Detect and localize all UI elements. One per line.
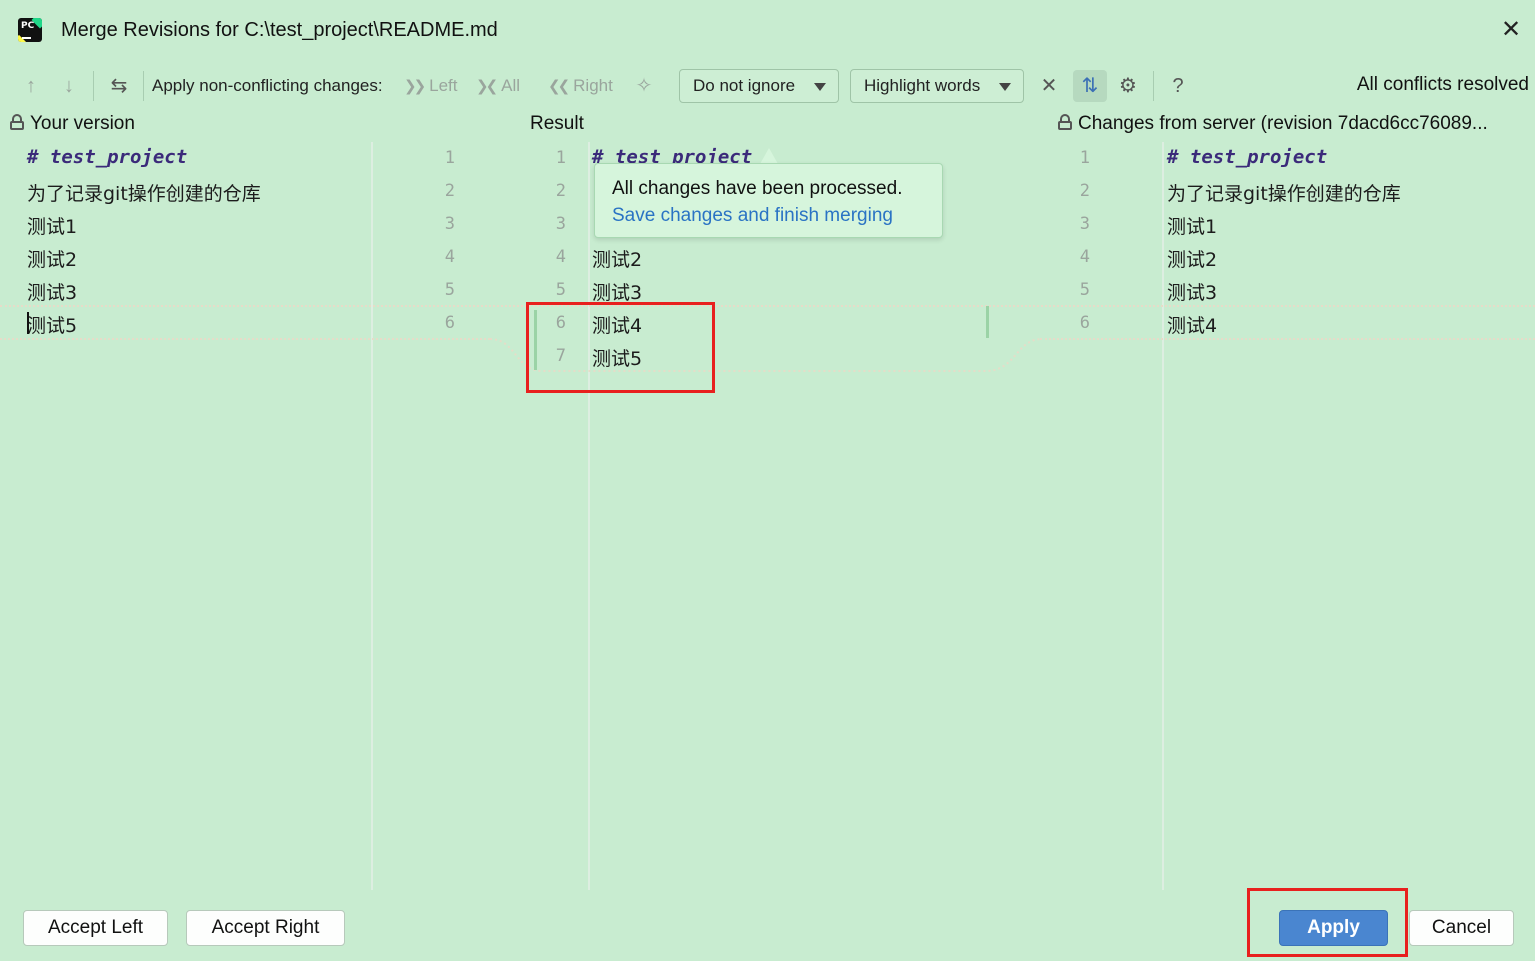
lock-icon xyxy=(10,114,24,130)
right-line-number: 4 xyxy=(1079,247,1090,267)
next-change-arrow-down-icon[interactable]: ↓ xyxy=(58,74,80,98)
left-line-3[interactable]: 测试1 xyxy=(27,212,77,239)
result-pane-gutter-divider xyxy=(588,142,590,890)
dropdown-arrow-icon xyxy=(814,83,826,91)
pycharm-icon: PC xyxy=(18,18,42,42)
result-pane-title: Result xyxy=(530,113,584,134)
dropdown-arrow-icon xyxy=(999,83,1011,91)
result-line-4[interactable]: 测试2 xyxy=(592,245,642,272)
result-left-line-number: 3 xyxy=(555,214,566,234)
right-line-6[interactable]: 测试4 xyxy=(1167,311,1217,338)
left-line-number: 2 xyxy=(444,181,455,201)
left-line-number: 6 xyxy=(444,313,455,333)
right-line-4[interactable]: 测试2 xyxy=(1167,245,1217,272)
left-line-1[interactable]: # test_project xyxy=(27,146,187,168)
merge-complete-tooltip: All changes have been processed. Save ch… xyxy=(594,163,943,238)
gear-icon[interactable]: ⚙ xyxy=(1116,74,1140,98)
window-title: Merge Revisions for C:\test_project\READ… xyxy=(61,19,498,41)
close-icon[interactable]: ✕ xyxy=(1497,16,1525,44)
left-line-number: 1 xyxy=(444,148,455,168)
app-icon-label: PC xyxy=(21,21,35,31)
left-pane-title: Your version xyxy=(30,113,135,134)
result-left-line-number: 1 xyxy=(555,148,566,168)
right-line-1[interactable]: # test_project xyxy=(1167,146,1327,168)
toolbar-separator xyxy=(1153,71,1154,101)
result-line-5[interactable]: 测试3 xyxy=(592,278,642,305)
right-pane-title: Changes from server (revision 7dacd6cc76… xyxy=(1078,113,1488,134)
tooltip-message: All changes have been processed. xyxy=(612,178,903,199)
apply-all-button[interactable]: ❯❮ All xyxy=(476,74,520,99)
help-icon[interactable]: ? xyxy=(1167,74,1189,98)
right-line-number: 3 xyxy=(1079,214,1090,234)
accept-right-button[interactable]: Accept Right xyxy=(186,910,345,946)
save-and-finish-link[interactable]: Save changes and finish merging xyxy=(612,205,893,227)
collapse-unchanged-icon[interactable]: ✕ xyxy=(1038,74,1060,98)
double-chevron-right-icon: ❯❯ xyxy=(404,78,426,95)
right-line-3[interactable]: 测试1 xyxy=(1167,212,1217,239)
right-pane-header: Changes from server (revision 7dacd6cc76… xyxy=(1058,113,1488,135)
right-line-2[interactable]: 为了记录git操作创建的仓库 xyxy=(1167,179,1401,206)
apply-left-button[interactable]: ❯❯ Left xyxy=(404,74,458,99)
highlight-box-result-lines xyxy=(526,302,715,393)
left-line-number: 3 xyxy=(444,214,455,234)
left-pane-header: Your version xyxy=(10,113,135,135)
left-line-2[interactable]: 为了记录git操作创建的仓库 xyxy=(27,179,261,206)
synchronize-scrolling-toggle[interactable]: ⇅ xyxy=(1073,70,1107,102)
result-left-line-number: 2 xyxy=(555,181,566,201)
apply-right-button[interactable]: ❮❮ Right xyxy=(548,74,613,99)
right-pane-gutter-divider xyxy=(1162,142,1164,890)
changed-lines-gutter-marker xyxy=(986,306,989,338)
toolbar-separator xyxy=(143,71,144,101)
right-line-number: 5 xyxy=(1079,280,1090,300)
right-line-number: 1 xyxy=(1079,148,1090,168)
text-caret xyxy=(27,312,29,334)
right-line-number: 6 xyxy=(1079,313,1090,333)
result-left-line-number: 5 xyxy=(555,280,566,300)
double-chevron-left-icon: ❮❮ xyxy=(548,78,570,95)
left-line-5[interactable]: 测试3 xyxy=(27,278,77,305)
right-line-number: 2 xyxy=(1079,181,1090,201)
lock-icon xyxy=(1058,114,1072,130)
magic-wand-icon[interactable]: ✧ xyxy=(632,74,656,98)
apply-non-conflicting-label: Apply non-conflicting changes: xyxy=(152,76,383,95)
left-line-number: 5 xyxy=(444,280,455,300)
left-line-6[interactable]: 测试5 xyxy=(27,311,77,338)
highlight-mode-value: Highlight words xyxy=(864,76,981,95)
whitespace-ignore-dropdown[interactable]: Do not ignore xyxy=(679,69,839,103)
left-pane-gutter-divider xyxy=(371,142,373,890)
left-line-4[interactable]: 测试2 xyxy=(27,245,77,272)
change-boundary-line xyxy=(0,305,1535,307)
right-line-5[interactable]: 测试3 xyxy=(1167,278,1217,305)
accept-left-button[interactable]: Accept Left xyxy=(23,910,168,946)
sync-scroll-icon: ⇅ xyxy=(1081,75,1099,97)
result-left-line-number: 4 xyxy=(555,247,566,267)
apply-button[interactable]: Apply xyxy=(1279,910,1388,946)
left-line-number: 4 xyxy=(444,247,455,267)
change-boundary-line xyxy=(1040,338,1535,340)
whitespace-ignore-value: Do not ignore xyxy=(693,76,796,95)
highlight-mode-dropdown[interactable]: Highlight words xyxy=(850,69,1024,103)
change-boundary-line xyxy=(0,338,490,340)
tooltip-pointer xyxy=(760,148,778,164)
merge-status-text: All conflicts resolved xyxy=(1356,74,1529,95)
toolbar-separator xyxy=(93,71,94,101)
cancel-button[interactable]: Cancel xyxy=(1409,910,1514,946)
resolve-changes-icon[interactable]: ⇆ xyxy=(104,74,134,98)
previous-change-arrow-up-icon[interactable]: ↑ xyxy=(20,74,42,98)
double-chevron-both-icon: ❯❮ xyxy=(476,78,498,95)
